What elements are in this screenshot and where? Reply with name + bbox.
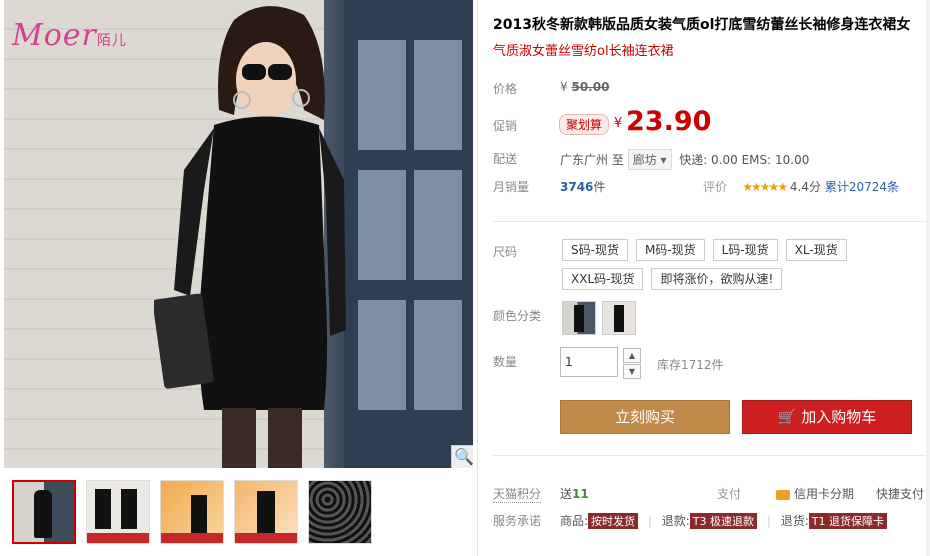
add-to-cart-label: 加入购物车 (801, 408, 877, 426)
fast-refund-badge[interactable]: T3 极速退款 (689, 513, 758, 529)
model-figure (154, 6, 346, 468)
thumbnail-strip (12, 480, 372, 544)
price-label: 价格 (493, 82, 518, 96)
size-option[interactable]: S码-现货 (562, 239, 628, 261)
size-option[interactable]: XXL码-现货 (562, 268, 644, 290)
product-subtitle: 气质淑女蕾丝雪纺ol长袖连衣裙 (493, 44, 674, 59)
chevron-down-icon: ▾ (660, 153, 667, 167)
return-guarantee-badge[interactable]: T1 退货保障卡 (808, 513, 887, 529)
size-option[interactable]: M码-现货 (635, 239, 705, 261)
quantity-input[interactable] (560, 347, 618, 377)
service-promises: 商品: 按时发货 | 退款: T3 极速退款 | 退货: T1 退货保障卡 (560, 512, 887, 529)
panel-divider (477, 0, 478, 556)
promo-label: 促销 (493, 119, 518, 133)
shipping-to: 至 (611, 153, 624, 167)
promo-currency: ¥ (614, 116, 623, 131)
scrollbar[interactable] (926, 0, 930, 556)
quantity-increase-button[interactable]: ▲ (623, 348, 641, 363)
brand-logo: Moer陌儿 (12, 18, 127, 53)
rating-label: 评价 (703, 180, 728, 194)
product-title: 2013秋冬新款韩版品质女装气质ol打底雪纺蕾丝长袖修身连衣裙女 (493, 17, 911, 33)
color-swatch-2[interactable] (602, 301, 636, 335)
shipping-fees: 快递: 0.00 EMS: 10.00 (679, 153, 810, 167)
divider (493, 221, 930, 222)
thumbnail-1[interactable] (12, 480, 76, 544)
buy-now-button[interactable]: 立刻购买 (560, 400, 730, 434)
service-label: 服务承诺 (493, 514, 542, 528)
thumbnail-2[interactable] (86, 480, 150, 544)
credit-installment[interactable]: 信用卡分期 (776, 485, 854, 502)
quantity-decrease-button[interactable]: ▼ (623, 364, 641, 379)
thumbnail-3[interactable] (160, 480, 224, 544)
zoom-icon[interactable]: 🔍 (451, 445, 473, 468)
shipping-label: 配送 (493, 152, 518, 166)
rating-score: 4.4分 (789, 180, 821, 194)
color-swatch-1[interactable] (562, 301, 596, 335)
credit-card-icon (776, 489, 790, 500)
stock-info: 库存1712件 (657, 358, 724, 372)
rating: 评价 ★★★★★ 4.4分 累计20724条 (703, 178, 899, 195)
quantity-label: 数量 (493, 355, 518, 369)
size-label: 尺码 (493, 245, 518, 259)
add-to-cart-button[interactable]: 🛒 加入购物车 (742, 400, 912, 434)
divider (493, 455, 930, 456)
size-option[interactable]: L码-现货 (712, 239, 778, 261)
star-rating-icon: ★★★★★ (742, 180, 788, 194)
express-pay[interactable]: 快捷支付 (876, 485, 924, 502)
main-product-image[interactable]: Moer陌儿 🔍 (4, 0, 473, 468)
monthly-sales: 3746件 (560, 180, 606, 194)
promo-price: 23.90 (626, 106, 712, 137)
promo-badge[interactable]: 聚划算 (559, 114, 610, 135)
tmall-points: 送11 (560, 487, 589, 501)
original-price: ¥ 50.00 (560, 80, 610, 94)
review-count-link[interactable]: 累计20724条 (825, 180, 899, 194)
tmall-points-label[interactable]: 天猫积分 (493, 485, 542, 503)
on-time-delivery-badge[interactable]: 按时发货 (588, 513, 639, 529)
thumbnail-5[interactable] (308, 480, 372, 544)
thumbnail-4[interactable] (234, 480, 298, 544)
monthly-sales-label: 月销量 (493, 180, 530, 194)
product-info-panel: 2013秋冬新款韩版品质女装气质ol打底雪纺蕾丝长袖修身连衣裙女 气质淑女蕾丝雪… (493, 0, 930, 556)
payment-label: 支付 (717, 487, 742, 501)
shipping-origin: 广东广州 (560, 153, 609, 167)
size-option[interactable]: 即将涨价，欲购从速! (651, 268, 783, 290)
shipping-info: 广东广州 至 廊坊 ▾ 快递: 0.00 EMS: 10.00 (560, 149, 809, 170)
cart-icon: 🛒 (777, 408, 797, 426)
destination-select[interactable]: 廊坊 ▾ (627, 149, 672, 170)
product-gallery: Moer陌儿 🔍 (0, 0, 478, 556)
size-options: S码-现货 M码-现货 L码-现货 XL-现货 XXL码-现货 即将涨价，欲购从… (562, 239, 922, 290)
color-label: 颜色分类 (493, 309, 542, 323)
size-option[interactable]: XL-现货 (785, 239, 847, 261)
color-options (562, 301, 636, 335)
